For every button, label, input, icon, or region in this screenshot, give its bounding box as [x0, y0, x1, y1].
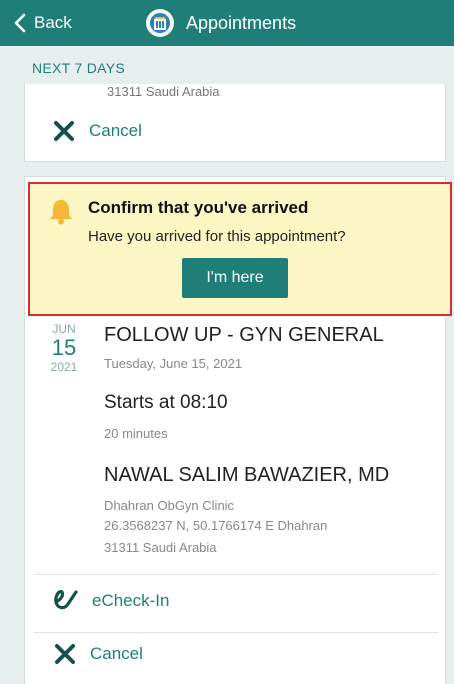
clinic-address-city: 31311 Saudi Arabia [104, 540, 217, 555]
appointment-date-badge: JUN 15 2021 [42, 322, 86, 374]
hospital-icon [146, 9, 174, 37]
clinic-address: 26.3568237 N, 50.1766174 E Dhahran [104, 518, 328, 533]
appointment-card-previous: 31311 Saudi Arabia Cancel [24, 84, 446, 162]
title-group: Appointments [146, 9, 296, 37]
top-app-bar: Back Appointments [0, 0, 454, 46]
close-icon [54, 121, 74, 141]
cancel-label: Cancel [89, 121, 142, 140]
appointment-start-time: Starts at 08:10 [104, 392, 228, 413]
cancel-button[interactable]: Cancel [53, 120, 142, 142]
echeck-in-button[interactable]: eCheck-In [52, 588, 169, 614]
im-here-button[interactable]: I'm here [182, 258, 288, 298]
divider [34, 574, 438, 575]
echeck-icon [54, 590, 78, 610]
banner-message: Have you arrived for this appointment? [88, 228, 346, 245]
chevron-left-icon [14, 13, 26, 33]
arrival-confirmation-banner: Confirm that you've arrived Have you arr… [28, 182, 452, 316]
date-year: 2021 [50, 360, 78, 374]
divider [34, 632, 438, 633]
appointment-date: Tuesday, June 15, 2021 [104, 356, 243, 371]
clinic-name: Dhahran ObGyn Clinic [104, 498, 235, 513]
provider-name: NAWAL SALIM BAWAZIER, MD [104, 464, 390, 486]
close-icon [55, 644, 75, 664]
date-month: JUN [52, 322, 76, 336]
back-label: Back [34, 13, 72, 32]
back-button[interactable]: Back [0, 0, 140, 46]
appointment-title: FOLLOW UP - GYN GENERAL [104, 324, 384, 346]
banner-title: Confirm that you've arrived [88, 198, 309, 217]
address-line: 31311 Saudi Arabia [107, 84, 220, 99]
cancel-button[interactable]: Cancel [54, 643, 143, 665]
date-day: 15 [51, 335, 77, 360]
bell-icon [50, 200, 72, 225]
cancel-label: Cancel [90, 644, 143, 663]
section-header: NEXT 7 DAYS [32, 60, 126, 76]
echeck-in-label: eCheck-In [92, 591, 170, 610]
appointment-duration: 20 minutes [104, 426, 168, 441]
page-title: Appointments [186, 12, 297, 33]
